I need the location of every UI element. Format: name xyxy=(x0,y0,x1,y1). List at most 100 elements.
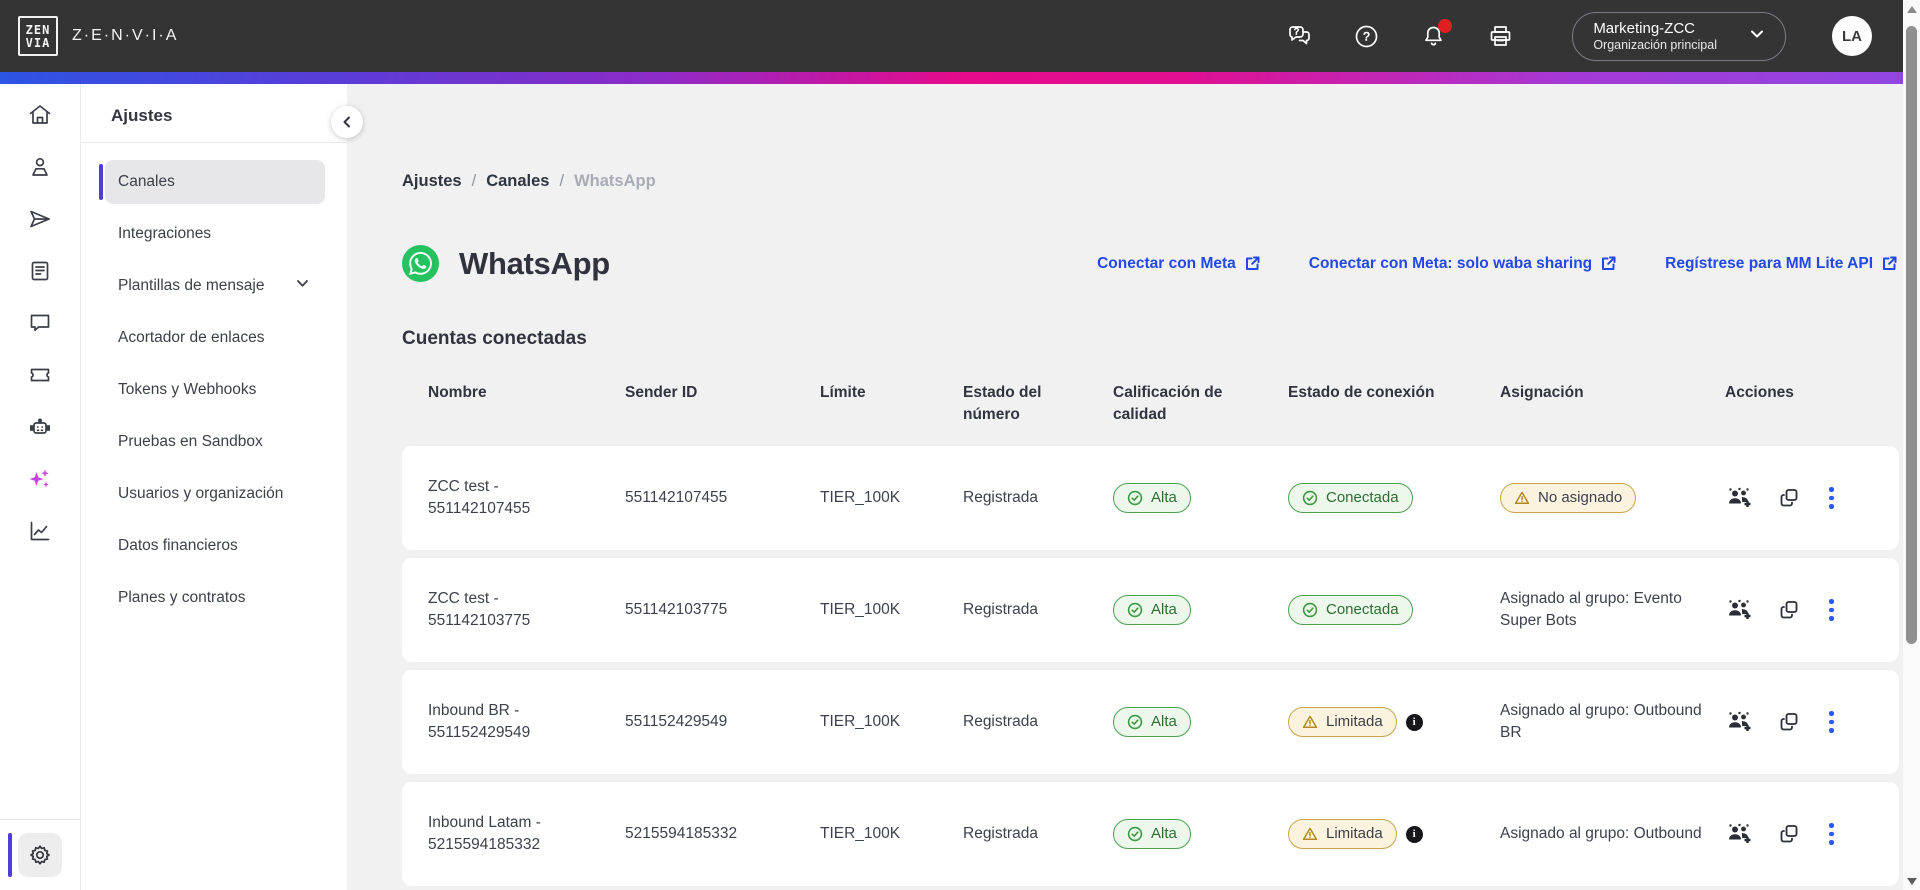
reports-icon[interactable] xyxy=(27,258,53,284)
more-options-kebab-icon[interactable] xyxy=(1825,821,1838,847)
check-circle-icon xyxy=(1302,490,1318,506)
column-header-nombre: Nombre xyxy=(428,384,487,401)
chevron-down-icon xyxy=(294,275,311,297)
sidebar-item-label: Planes y contratos xyxy=(118,589,246,606)
zenvia-logo-icon: ZEN VIA xyxy=(18,16,58,56)
check-circle-icon xyxy=(1127,490,1143,506)
assign-group-icon[interactable] xyxy=(1725,708,1753,736)
limit-tier: TIER_100K xyxy=(820,825,901,842)
account-name: Inbound BR - 551152429549 xyxy=(428,702,531,741)
column-header-acciones: Acciones xyxy=(1725,384,1794,401)
print-icon[interactable] xyxy=(1487,23,1514,50)
limit-tier: TIER_100K xyxy=(820,489,901,506)
user-avatar[interactable]: LA xyxy=(1832,16,1872,56)
number-status: Registrada xyxy=(963,601,1038,618)
sidebar-item-label: Tokens y Webhooks xyxy=(118,381,257,398)
sidebar-item-label: Acortador de enlaces xyxy=(118,329,265,346)
sidebar-item-tokens-y-webhooks[interactable]: Tokens y Webhooks xyxy=(105,368,325,412)
sidebar-item-usuarios-y-organizaci-n[interactable]: Usuarios y organización xyxy=(105,472,325,516)
scrollbar-up-arrow[interactable] xyxy=(1903,6,1920,13)
send-icon[interactable] xyxy=(27,206,53,232)
accounts-table: ZCC test - 551142107455 551142107455 TIE… xyxy=(402,446,1899,886)
ticket-icon[interactable] xyxy=(27,362,53,388)
column-header-estado-numero: Estado del número xyxy=(963,384,1042,423)
number-status: Registrada xyxy=(963,825,1038,842)
sidebar-item-acortador-de-enlaces[interactable]: Acortador de enlaces xyxy=(105,316,325,360)
assign-group-icon[interactable] xyxy=(1725,820,1753,848)
connection-status-badge: Limitada xyxy=(1288,707,1397,737)
more-options-kebab-icon[interactable] xyxy=(1825,597,1838,623)
chat-icon[interactable] xyxy=(27,310,53,336)
vertical-scrollbar[interactable] xyxy=(1903,0,1920,890)
connection-status-badge: Conectada xyxy=(1288,595,1413,625)
sidebar-item-pruebas-en-sandbox[interactable]: Pruebas en Sandbox xyxy=(105,420,325,464)
collapse-sidebar-button[interactable] xyxy=(331,106,363,138)
zenvia-logo-text: Z·E·N·V·I·A xyxy=(72,27,179,44)
sidebar-item-integraciones[interactable]: Integraciones xyxy=(105,212,325,256)
brand-gradient-bar xyxy=(0,72,1920,84)
assign-group-icon[interactable] xyxy=(1725,484,1753,512)
number-status: Registrada xyxy=(963,713,1038,730)
scrollbar-thumb[interactable] xyxy=(1906,26,1917,644)
ai-sparkles-icon[interactable] xyxy=(27,466,53,492)
sidebar-menu: Canales Integraciones Plantillas de mens… xyxy=(81,143,347,620)
copy-icon[interactable] xyxy=(1777,486,1801,510)
chat-help-icon[interactable]: ? xyxy=(1286,23,1313,50)
table-row: ZCC test - 551142103775 551142103775 TIE… xyxy=(402,558,1899,662)
breadcrumb: Ajustes / Canales / WhatsApp xyxy=(402,172,1916,191)
svg-text:?: ? xyxy=(1363,29,1370,43)
top-bar: ZEN VIA Z·E·N·V·I·A ? ? Marketing-ZCC Or… xyxy=(0,0,1920,72)
scrollbar-down-arrow[interactable] xyxy=(1903,878,1920,885)
external-link-icon xyxy=(1245,256,1260,270)
icon-rail xyxy=(0,84,80,890)
assign-group-icon[interactable] xyxy=(1725,596,1753,624)
copy-icon[interactable] xyxy=(1777,710,1801,734)
column-header-limite: Límite xyxy=(820,384,866,401)
mm-lite-api-link[interactable]: Regístrese para MM Lite API xyxy=(1665,255,1898,273)
table-row: Inbound BR - 551152429549 551152429549 T… xyxy=(402,670,1899,774)
check-circle-icon xyxy=(1127,602,1143,618)
connect-meta-waba-sharing-link[interactable]: Conectar con Meta: solo waba sharing xyxy=(1309,255,1617,273)
sidebar-item-label: Canales xyxy=(118,173,175,190)
page-title: WhatsApp xyxy=(459,245,610,281)
copy-icon[interactable] xyxy=(1777,598,1801,622)
whatsapp-icon xyxy=(402,245,439,282)
notifications-bell-icon[interactable] xyxy=(1420,18,1453,50)
sidebar-item-planes-y-contratos[interactable]: Planes y contratos xyxy=(105,576,325,620)
contacts-icon[interactable] xyxy=(27,154,53,180)
info-icon[interactable]: i xyxy=(1405,825,1423,843)
breadcrumb-canales[interactable]: Canales xyxy=(486,172,549,191)
sidebar-item-plantillas-de-mensaje[interactable]: Plantillas de mensaje xyxy=(105,264,325,308)
row-actions xyxy=(1725,708,1899,736)
top-icon-group: ? ? xyxy=(1286,18,1514,50)
svg-text:?: ? xyxy=(1294,26,1299,36)
bot-icon[interactable] xyxy=(27,414,53,440)
info-icon[interactable]: i xyxy=(1405,713,1423,731)
analytics-icon[interactable] xyxy=(27,518,53,544)
connect-meta-link[interactable]: Conectar con Meta xyxy=(1097,255,1261,273)
breadcrumb-ajustes[interactable]: Ajustes xyxy=(402,172,462,191)
sidebar-item-label: Datos financieros xyxy=(118,537,238,554)
more-options-kebab-icon[interactable] xyxy=(1825,709,1838,735)
home-icon[interactable] xyxy=(27,102,53,128)
sidebar-item-datos-financieros[interactable]: Datos financieros xyxy=(105,524,325,568)
check-circle-icon xyxy=(1127,826,1143,842)
row-actions xyxy=(1725,820,1899,848)
settings-sidebar: Ajustes Canales Integraciones Plantillas… xyxy=(80,84,363,890)
assignment-text: Asignado al grupo: Outbound BR xyxy=(1500,702,1702,741)
organization-selector[interactable]: Marketing-ZCC Organización principal xyxy=(1572,11,1786,61)
help-icon[interactable]: ? xyxy=(1353,23,1380,50)
column-header-estado-conexion: Estado de conexión xyxy=(1288,384,1435,401)
connection-status-badge: Limitada xyxy=(1288,819,1397,849)
number-status: Registrada xyxy=(963,489,1038,506)
sidebar-item-canales[interactable]: Canales xyxy=(99,160,325,204)
check-circle-icon xyxy=(1302,602,1318,618)
connection-status-badge: Conectada xyxy=(1288,483,1413,513)
table-row: Inbound Latam - 5215594185332 5215594185… xyxy=(402,782,1899,886)
copy-icon[interactable] xyxy=(1777,822,1801,846)
warning-triangle-icon xyxy=(1514,491,1530,504)
more-options-kebab-icon[interactable] xyxy=(1825,485,1838,511)
quality-badge: Alta xyxy=(1113,819,1191,849)
column-header-asignacion: Asignación xyxy=(1500,384,1584,401)
settings-gear-icon[interactable] xyxy=(18,833,62,877)
